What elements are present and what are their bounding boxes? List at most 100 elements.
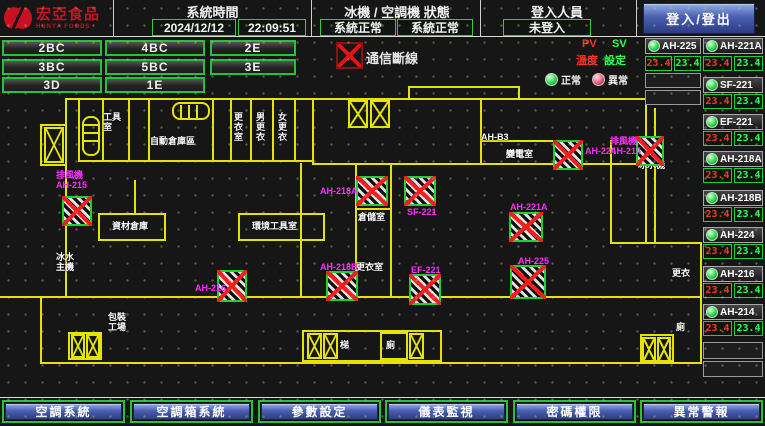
device-commfail-ah-224[interactable] bbox=[553, 140, 583, 170]
device-tag-ah-218b: AH-218B bbox=[320, 262, 358, 272]
plan-wall bbox=[323, 213, 325, 241]
room-label: 自動倉庫區 bbox=[150, 136, 195, 146]
footer-button-5[interactable]: 密碼權限 bbox=[516, 403, 633, 420]
device-commfail-ah-221a[interactable] bbox=[509, 212, 543, 242]
plan-wall bbox=[212, 98, 214, 160]
unit-panel-sf-221[interactable]: SF-221 bbox=[703, 77, 763, 93]
abnormal-label: 異常 bbox=[608, 72, 628, 87]
room-label: 工具 室 bbox=[103, 112, 121, 132]
plan-wall bbox=[238, 213, 240, 241]
plan-wall bbox=[238, 239, 325, 241]
device-commfail-ah-215[interactable] bbox=[62, 196, 92, 226]
pv-value: 23.4 bbox=[703, 283, 732, 298]
unit-name-label: AH-221A bbox=[720, 41, 762, 52]
pv-value: 23.4 bbox=[703, 321, 732, 336]
plan-wall bbox=[148, 98, 150, 160]
plan-wall bbox=[700, 244, 702, 364]
unit-panel-ah-214[interactable]: AH-214 bbox=[703, 304, 763, 320]
unit-status-led bbox=[706, 229, 718, 241]
room-label: 更衣室 bbox=[356, 262, 383, 272]
room-label: 男更衣 bbox=[255, 112, 265, 142]
device-commfail-ef-221[interactable] bbox=[409, 274, 441, 305]
pv-value: 23.4 bbox=[703, 131, 732, 146]
room-label: 更衣 bbox=[672, 268, 690, 278]
unit-name-label: AH-225 bbox=[662, 41, 696, 52]
device-commfail-sf-221[interactable] bbox=[404, 176, 436, 206]
footer-button-frame: 儀表監視 bbox=[385, 400, 508, 423]
plan-wall bbox=[390, 165, 392, 296]
sv-value: 23.4 bbox=[734, 207, 763, 222]
unit-panel-ah-216[interactable]: AH-216 bbox=[703, 266, 763, 282]
plan-wall bbox=[78, 160, 314, 162]
unit-status-led bbox=[706, 268, 718, 280]
footer-button-4[interactable]: 儀表監視 bbox=[388, 403, 505, 420]
pv-value: 23.4 bbox=[703, 168, 732, 183]
unit-values-ef-221: 23.423.4 bbox=[703, 131, 763, 146]
unit-status-led bbox=[648, 40, 660, 52]
unit-values-ah-216: 23.423.4 bbox=[703, 283, 763, 298]
empty-unit-slot bbox=[645, 73, 701, 88]
device-tag-sf-221: SF-221 bbox=[407, 207, 437, 217]
device-commfail-ah-218a[interactable] bbox=[356, 176, 388, 206]
unit-panel-ah-224[interactable]: AH-224 bbox=[703, 227, 763, 243]
sv-value: 23.4 bbox=[734, 94, 763, 109]
plan-wall bbox=[645, 98, 647, 244]
device-commfail-ah-218b[interactable] bbox=[326, 271, 358, 301]
unit-name-label: SF-221 bbox=[720, 80, 753, 91]
sv-value: 23.4 bbox=[734, 321, 763, 336]
pv-legend: PV bbox=[582, 38, 597, 50]
pv-value: 23.4 bbox=[703, 94, 732, 109]
shaft-x-icon bbox=[657, 337, 671, 362]
unit-values-ah-224: 23.423.4 bbox=[703, 244, 763, 259]
footer-button-3[interactable]: 參數設定 bbox=[261, 403, 378, 420]
footer-button-2[interactable]: 空調箱系統 bbox=[133, 403, 250, 420]
unit-values-ah-221a: 23.423.4 bbox=[703, 56, 763, 71]
shaft-x-icon bbox=[86, 334, 100, 358]
device-commfail-ah-225[interactable] bbox=[510, 265, 546, 299]
shaft-x-icon bbox=[642, 337, 656, 362]
plan-wall bbox=[40, 362, 702, 364]
unit-status-led bbox=[706, 79, 718, 91]
comm-fail-x-icon bbox=[509, 212, 543, 242]
plan-wall bbox=[134, 180, 136, 214]
plan-wall bbox=[78, 98, 80, 162]
unit-status-led bbox=[706, 40, 718, 52]
room-label: 變電室 bbox=[506, 149, 533, 159]
comm-fail-x-icon bbox=[356, 176, 388, 206]
shaft-x-icon bbox=[348, 100, 368, 128]
unit-values-ah-214: 23.423.4 bbox=[703, 321, 763, 336]
room-label: 梯 bbox=[340, 340, 349, 350]
device-tag-ah-216: AH-216 bbox=[195, 283, 226, 293]
sv-value: 23.4 bbox=[734, 56, 763, 71]
empty-unit-slot bbox=[703, 342, 763, 359]
empty-unit-slot bbox=[703, 361, 763, 377]
sv-value: 23.4 bbox=[734, 244, 763, 259]
unit-panel-ah-218b[interactable]: AH-218B bbox=[703, 190, 763, 206]
sv-value: 23.4 bbox=[734, 168, 763, 183]
unit-panel-ef-221[interactable]: EF-221 bbox=[703, 114, 763, 130]
unit-values-ah-218a: 23.423.4 bbox=[703, 168, 763, 183]
comm-fail-x-icon bbox=[510, 265, 546, 299]
plan-wall bbox=[40, 124, 66, 126]
footer-button-6[interactable]: 異常警報 bbox=[643, 403, 760, 420]
sv-legend: SV bbox=[612, 38, 627, 50]
unit-panel-ah-225[interactable]: AH-225 bbox=[645, 38, 701, 54]
footer-button-frame: 異常警報 bbox=[640, 400, 763, 423]
plan-wall bbox=[98, 213, 166, 215]
device-tag-ef-221: EF-221 bbox=[411, 265, 441, 275]
footer-button-1[interactable]: 空調系統 bbox=[5, 403, 122, 420]
room-label: 環境工具室 bbox=[252, 221, 297, 231]
plan-wall bbox=[654, 108, 656, 244]
abnormal-led-icon bbox=[592, 73, 605, 86]
shaft-x-icon bbox=[409, 333, 424, 359]
comm-fail-x-icon bbox=[553, 140, 583, 170]
unit-panel-ah-221a[interactable]: AH-221A bbox=[703, 38, 763, 54]
normal-label: 正常 bbox=[561, 72, 581, 87]
unit-values-ah-218b: 23.423.4 bbox=[703, 207, 763, 222]
unit-panel-ah-218a[interactable]: AH-218A bbox=[703, 151, 763, 167]
plan-wall bbox=[164, 213, 166, 241]
plan-wall bbox=[312, 98, 314, 164]
comm-fail-x-icon bbox=[62, 196, 92, 226]
unit-values-sf-221: 23.423.4 bbox=[703, 94, 763, 109]
room-label: 資材倉庫 bbox=[112, 221, 148, 231]
